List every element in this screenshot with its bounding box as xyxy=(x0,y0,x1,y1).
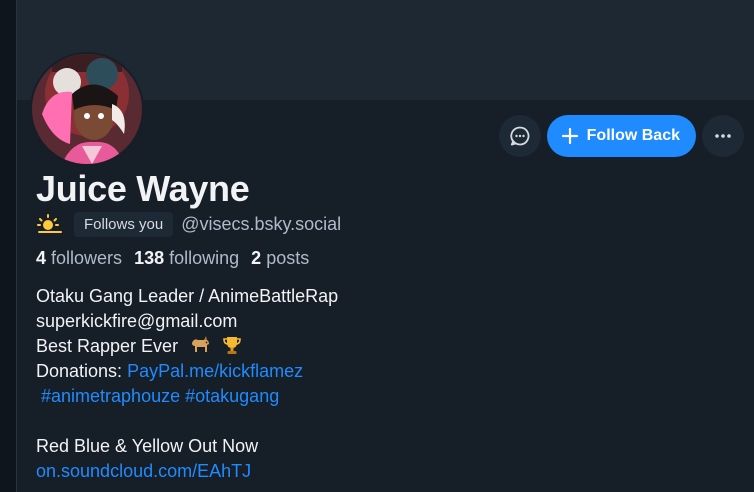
plus-icon xyxy=(561,127,578,145)
display-name: Juice Wayne xyxy=(36,168,250,209)
soundcloud-link-line: on.soundcloud.com/EAhTJ xyxy=(36,459,338,484)
bio-text: Best Rapper Ever xyxy=(36,336,179,356)
posts-label: posts xyxy=(266,248,310,268)
bio-blank-line xyxy=(36,409,338,434)
bio-hashtags: #animetraphouze #otakugang xyxy=(36,384,338,409)
bio-email: superkickfire@gmail.com xyxy=(36,311,238,331)
paypal-link[interactable]: PayPal.me/kickflamez xyxy=(127,361,303,381)
hashtag-link[interactable]: #animetraphouze xyxy=(41,386,180,406)
following-count: 138 xyxy=(134,248,165,268)
sun-behind-cloud-icon xyxy=(36,211,64,237)
posts-count: 2 xyxy=(251,248,262,268)
following-label: following xyxy=(169,248,240,268)
bio-line: Best Rapper Ever xyxy=(36,334,338,359)
bio-line: Otaku Gang Leader / AnimeBattleRap xyxy=(36,286,339,306)
following-stat[interactable]: 138 following xyxy=(134,248,239,269)
hashtag-link[interactable]: #otakugang xyxy=(185,386,279,406)
handle-row: Follows you @visecs.bsky.social xyxy=(36,211,341,237)
message-button[interactable] xyxy=(498,115,541,157)
profile-handle[interactable]: @visecs.bsky.social xyxy=(181,214,341,235)
chat-bubble-icon xyxy=(510,126,530,146)
left-sidebar-border xyxy=(0,0,17,492)
profile-stats: 4 followers 138 following 2 posts xyxy=(36,248,309,269)
bio-text: Donations: xyxy=(36,361,128,381)
avatar[interactable] xyxy=(30,52,144,166)
followers-label: followers xyxy=(51,248,123,268)
profile-bio: Otaku Gang Leader / AnimeBattleRap super… xyxy=(36,284,338,484)
ellipsis-icon xyxy=(715,134,731,138)
follow-back-button[interactable]: Follow Back xyxy=(546,115,696,157)
more-options-button[interactable] xyxy=(702,115,744,157)
soundcloud-link[interactable]: on.soundcloud.com/EAhTJ xyxy=(36,461,251,481)
dog-icon xyxy=(189,335,211,362)
follow-back-label: Follow Back xyxy=(586,127,680,144)
bio-line: Red Blue & Yellow Out Now xyxy=(36,436,259,456)
followers-stat[interactable]: 4 followers xyxy=(36,248,122,269)
trophy-icon xyxy=(222,335,242,362)
follows-you-badge: Follows you xyxy=(74,211,174,237)
profile-actions: Follow Back xyxy=(498,115,744,157)
posts-stat: 2 posts xyxy=(251,248,309,269)
followers-count: 4 xyxy=(36,248,47,268)
profile-page: Follow Back Juice Wayne Follows you @vis… xyxy=(0,0,754,492)
bio-donations: Donations: PayPal.me/kickflamez xyxy=(36,359,338,384)
